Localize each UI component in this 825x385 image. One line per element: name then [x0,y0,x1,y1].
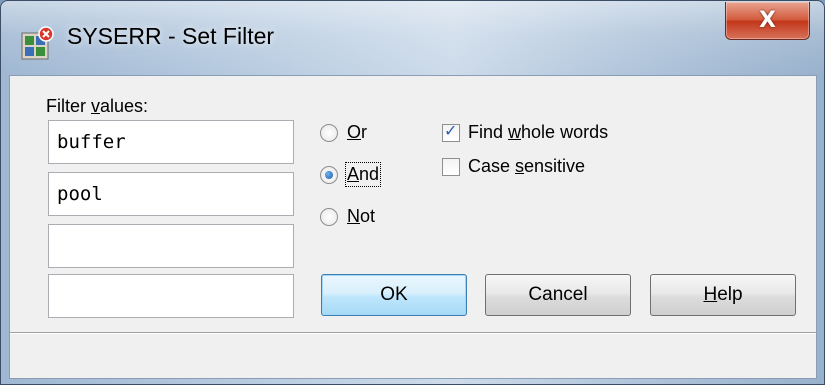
case-sensitive-label: Case sensitive [468,156,586,176]
dialog-client: Filter values: buffer pool Or And Not ✓ … [9,75,817,379]
help-button[interactable]: Help [650,274,796,316]
status-bar [10,336,816,378]
filter-value-1-input[interactable]: buffer [48,120,294,164]
radio-not-label: Not [347,206,376,226]
window-title: SYSERR - Set Filter [67,23,275,49]
filter-value-2-input[interactable]: pool [48,172,294,216]
filter-value-4-input[interactable] [48,274,294,318]
radio-or-circle[interactable] [320,123,338,142]
dialog-window: SYSERR - Set Filter X Filter values: buf… [0,0,825,385]
find-whole-words-checkbox[interactable]: ✓ Find whole words [442,120,609,143]
radio-not[interactable]: Not [320,206,375,227]
radio-and-circle[interactable] [320,165,338,184]
checkmark-icon: ✓ [444,120,458,140]
find-whole-words-label: Find whole words [468,122,609,142]
radio-and[interactable]: And [320,162,382,187]
app-icon [21,26,54,60]
radio-and-label: And [344,162,382,187]
case-sensitive-checkbox[interactable]: Case sensitive [442,156,585,177]
radio-or[interactable]: Or [320,122,367,143]
filter-values-label: Filter values: [46,96,149,116]
close-button[interactable]: X [725,2,810,40]
find-whole-words-box[interactable]: ✓ [442,120,460,142]
ok-button[interactable]: OK [321,274,467,316]
case-sensitive-box[interactable] [442,157,460,176]
title-bar[interactable]: SYSERR - Set Filter X [1,1,824,75]
close-icon: X [759,8,776,33]
status-separator [10,332,816,334]
radio-or-label: Or [347,122,368,142]
radio-not-circle[interactable] [320,207,338,226]
cancel-button[interactable]: Cancel [485,274,631,316]
filter-value-3-input[interactable] [48,224,294,268]
